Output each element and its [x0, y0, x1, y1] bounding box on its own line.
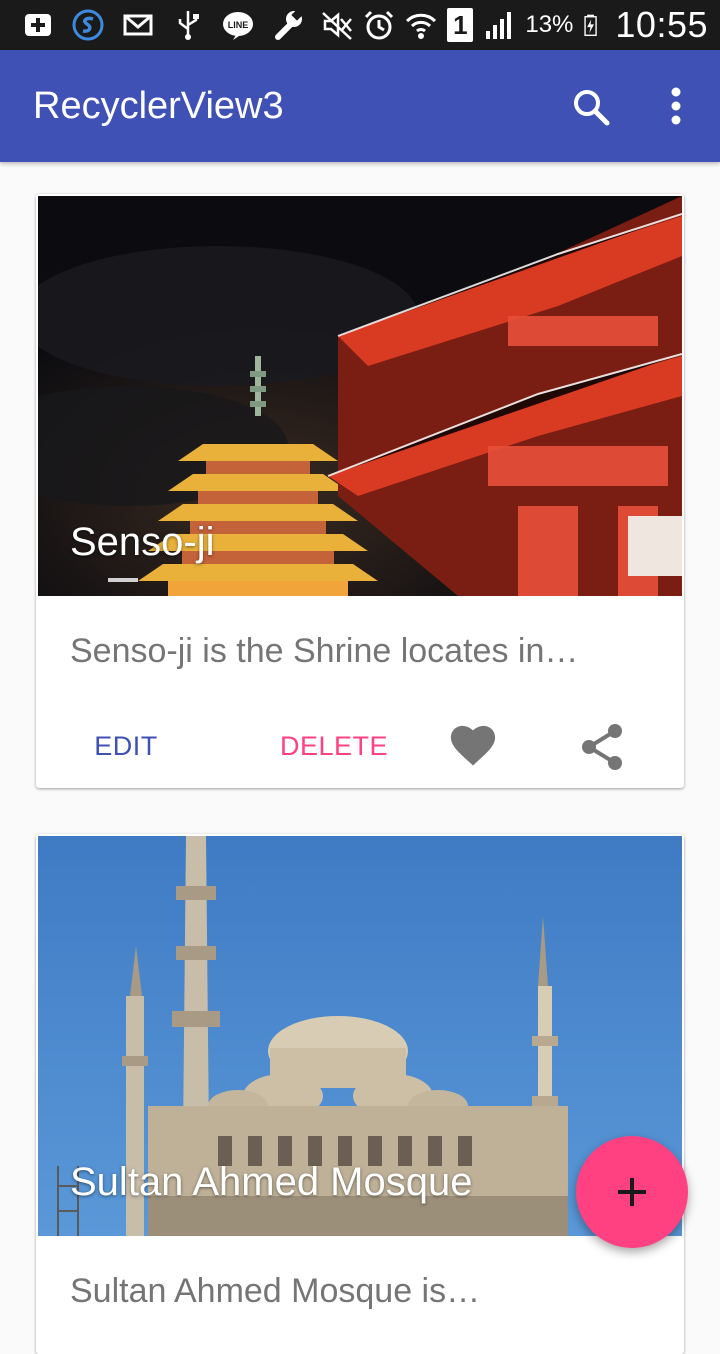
clock: 10:55: [615, 4, 708, 45]
plus-icon: [618, 1178, 646, 1206]
app-toolbar: RecyclerView3: [0, 50, 720, 162]
card-sultan-ahmed-mosque[interactable]: Sultan Ahmed Mosque Sultan Ahmed Mosque …: [36, 834, 684, 1354]
wrench-icon: [275, 9, 303, 40]
card-description: Sultan Ahmed Mosque is…: [70, 1272, 481, 1310]
mail-icon: [123, 14, 153, 36]
heart-icon[interactable]: [448, 722, 498, 772]
swiftkey-icon: [72, 9, 104, 41]
share-icon[interactable]: [578, 722, 626, 772]
alarm-icon: [365, 10, 394, 40]
toolbar-title: RecyclerView3: [33, 85, 284, 127]
svg-text:LINE: LINE: [228, 20, 249, 30]
signal-icon: [486, 12, 512, 39]
card-title: Senso-ji: [70, 520, 215, 564]
status-bar-system: 1 13% 10:55: [321, 4, 708, 46]
line-icon: LINE: [223, 12, 253, 40]
card-description: Senso-ji is the Shrine locates in…: [70, 632, 579, 670]
more-vert-icon[interactable]: [654, 82, 698, 132]
wifi-icon: [406, 13, 437, 39]
usb-icon: [178, 11, 199, 40]
delete-button[interactable]: DELETE: [274, 716, 394, 776]
add-fab-button[interactable]: [576, 1136, 688, 1248]
card-senso-ji[interactable]: Senso-ji Senso-ji is the Shrine locates …: [36, 194, 684, 788]
card-title: Sultan Ahmed Mosque: [70, 1160, 473, 1204]
battery-icon: [584, 14, 598, 36]
battery-percent: 13%: [525, 11, 574, 38]
plus-box-icon: [25, 14, 51, 36]
status-bar: LINE 1 13% 10:55: [0, 0, 720, 50]
sim-1-badge: 1: [447, 8, 474, 42]
search-icon[interactable]: [566, 82, 616, 132]
mute-icon: [322, 12, 353, 40]
edit-button[interactable]: EDIT: [76, 716, 176, 776]
status-bar-notifications: LINE: [22, 8, 304, 42]
